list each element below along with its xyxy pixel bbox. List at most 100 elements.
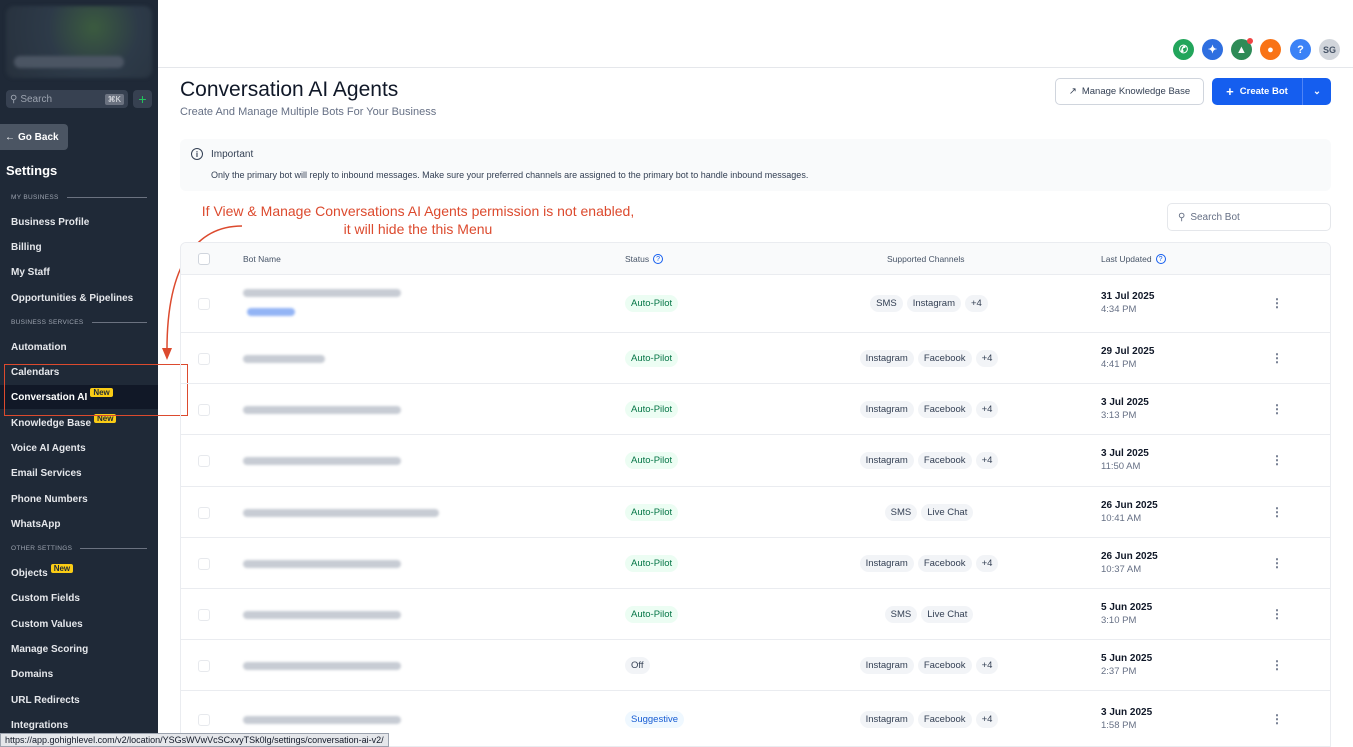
table-row[interactable]: Auto-Pilot Instagram Facebook +4 3 Jul 2025 3… xyxy=(181,384,1330,435)
more-options-icon[interactable]: ⋮ xyxy=(1271,658,1283,672)
sidebar-item-voice-ai[interactable]: Voice AI Agents xyxy=(0,436,158,460)
more-options-icon[interactable]: ⋮ xyxy=(1271,505,1283,519)
updated-date: 3 Jul 2025 xyxy=(1101,396,1149,408)
sidebar-item-custom-values[interactable]: Custom Values xyxy=(0,612,158,636)
channel-chip: Facebook xyxy=(917,452,972,469)
row-checkbox[interactable] xyxy=(198,713,210,726)
channel-chip: Instagram xyxy=(859,710,914,728)
channel-chip[interactable]: +4 xyxy=(975,710,999,728)
table-row[interactable]: Auto-Pilot Instagram Facebook +4 26 Jun 2025… xyxy=(181,538,1330,589)
channel-list: Instagram Facebook +4 xyxy=(781,400,1077,418)
notice-title: Important xyxy=(211,149,254,160)
header-last-updated[interactable]: Last Updated? xyxy=(1101,254,1166,264)
row-checkbox[interactable] xyxy=(198,298,210,310)
go-back-button[interactable]: ← Go Back xyxy=(0,124,68,150)
bot-name-redacted[interactable] xyxy=(243,289,401,297)
user-avatar[interactable]: SG xyxy=(1319,39,1340,60)
row-checkbox[interactable] xyxy=(198,608,210,621)
row-checkbox[interactable] xyxy=(198,403,210,416)
channel-chip: Instagram xyxy=(859,349,914,367)
magic-wand-icon[interactable]: ✦ xyxy=(1202,39,1223,60)
question-icon[interactable]: ? xyxy=(1155,254,1166,264)
table-row[interactable]: Auto-Pilot Instagram Facebook +4 29 Jul 2025… xyxy=(181,333,1330,384)
chevron-down-icon: ⌄ xyxy=(1313,86,1321,97)
table-row[interactable]: Auto-Pilot SMS Live Chat 26 Jun 2025 10:41 A… xyxy=(181,487,1330,538)
bot-name-redacted[interactable] xyxy=(243,661,401,670)
bots-table: Bot Name Status? Supported Channels Last… xyxy=(180,242,1331,747)
updated-time: 3:10 PM xyxy=(1101,614,1137,626)
table-row[interactable]: Off Instagram Facebook +4 5 Jun 2025 2:37 PM ⋮ xyxy=(181,640,1330,691)
manage-knowledge-base-button[interactable]: ↗ Manage Knowledge Base xyxy=(1055,78,1204,105)
more-options-icon[interactable]: ⋮ xyxy=(1271,351,1283,365)
header-status[interactable]: Status? xyxy=(625,254,664,264)
sidebar-item-domains[interactable]: Domains xyxy=(0,662,158,686)
sidebar-item-email-services[interactable]: Email Services xyxy=(0,461,158,485)
sidebar-item-whatsapp[interactable]: WhatsApp xyxy=(0,512,158,536)
table-row[interactable]: Auto-Pilot SMS Live Chat 5 Jun 2025 3:10 PM ⋮ xyxy=(181,589,1330,640)
row-checkbox[interactable] xyxy=(198,557,210,570)
company-logo[interactable] xyxy=(6,6,152,78)
sidebar-item-phone-numbers[interactable]: Phone Numbers xyxy=(0,487,158,511)
more-options-icon[interactable]: ⋮ xyxy=(1271,402,1283,416)
phone-icon[interactable]: ✆ xyxy=(1173,39,1194,60)
create-bot-dropdown-button[interactable]: ⌄ xyxy=(1303,78,1331,105)
channel-chip[interactable]: +4 xyxy=(975,349,999,367)
header-bot-name[interactable]: Bot Name xyxy=(243,254,281,264)
updated-time: 3:13 PM xyxy=(1101,409,1137,421)
nav-label: WhatsApp xyxy=(11,518,61,530)
bot-name-redacted[interactable] xyxy=(243,559,401,568)
select-all-checkbox[interactable] xyxy=(198,253,210,265)
sidebar-item-my-staff[interactable]: My Staff xyxy=(0,260,158,284)
more-options-icon[interactable]: ⋮ xyxy=(1271,453,1283,467)
more-options-icon[interactable]: ⋮ xyxy=(1271,556,1283,570)
row-checkbox[interactable] xyxy=(198,659,210,672)
sidebar-item-billing[interactable]: Billing xyxy=(0,235,158,259)
sidebar-item-manage-scoring[interactable]: Manage Scoring xyxy=(0,637,158,661)
section-my-business: MY BUSINESS xyxy=(11,194,147,201)
sidebar-item-opportunities[interactable]: Opportunities & Pipelines xyxy=(0,286,158,310)
bot-name-redacted[interactable] xyxy=(243,508,439,517)
channel-chip[interactable]: +4 xyxy=(975,554,999,572)
plus-icon: + xyxy=(138,91,147,107)
sidebar-item-objects[interactable]: Objects New xyxy=(0,561,158,585)
megaphone-icon[interactable]: ▲ xyxy=(1231,38,1253,60)
create-bot-button[interactable]: + Create Bot xyxy=(1212,78,1303,105)
channel-chip: Instagram xyxy=(859,554,914,572)
sidebar-item-automation[interactable]: Automation xyxy=(0,335,158,359)
nav-label: Opportunities & Pipelines xyxy=(11,292,134,304)
sidebar-item-url-redirects[interactable]: URL Redirects xyxy=(0,688,158,712)
channel-chip: Facebook xyxy=(917,710,972,728)
channel-chip[interactable]: +4 xyxy=(965,295,988,312)
channel-chip[interactable]: +4 xyxy=(975,656,999,674)
search-shortcut: ⌘K xyxy=(104,93,124,105)
table-row[interactable]: Auto-Pilot Instagram Facebook +4 3 Jul 2025 1… xyxy=(181,435,1330,487)
nav-label: Knowledge Base xyxy=(11,417,92,429)
bot-name-redacted[interactable] xyxy=(243,457,401,465)
more-options-icon[interactable]: ⋮ xyxy=(1271,607,1283,621)
question-icon[interactable]: ? xyxy=(653,254,664,264)
updated-date: 5 Jun 2025 xyxy=(1101,601,1153,613)
channel-chip[interactable]: +4 xyxy=(975,452,999,469)
help-icon[interactable]: ? xyxy=(1290,39,1311,60)
more-options-icon[interactable]: ⋮ xyxy=(1271,296,1283,310)
header-label: Bot Name xyxy=(243,254,281,264)
table-row[interactable]: Auto-Pilot SMS Instagram +4 31 Jul 2025 4:34 … xyxy=(181,275,1330,333)
sidebar-item-custom-fields[interactable]: Custom Fields xyxy=(0,586,158,610)
bot-name-redacted[interactable] xyxy=(243,610,401,619)
channel-chip[interactable]: +4 xyxy=(975,400,999,418)
bot-name-redacted[interactable] xyxy=(243,354,325,363)
bell-icon[interactable]: ● xyxy=(1260,39,1281,60)
sidebar-search-input[interactable]: ⚲ Search ⌘K xyxy=(6,90,128,108)
search-bot-input[interactable]: ⚲ Search Bot xyxy=(1167,203,1331,231)
bot-name-redacted[interactable] xyxy=(243,405,401,414)
channel-list: SMS Live Chat xyxy=(781,605,1077,623)
header-supported-channels[interactable]: Supported Channels xyxy=(887,254,965,264)
nav-label: Billing xyxy=(11,241,42,253)
bot-name-redacted[interactable] xyxy=(243,715,401,724)
more-options-icon[interactable]: ⋮ xyxy=(1271,712,1283,726)
row-checkbox[interactable] xyxy=(198,455,210,467)
sidebar-item-business-profile[interactable]: Business Profile xyxy=(0,210,158,234)
row-checkbox[interactable] xyxy=(198,352,210,365)
row-checkbox[interactable] xyxy=(198,506,210,519)
quick-add-button[interactable]: + xyxy=(133,90,152,108)
